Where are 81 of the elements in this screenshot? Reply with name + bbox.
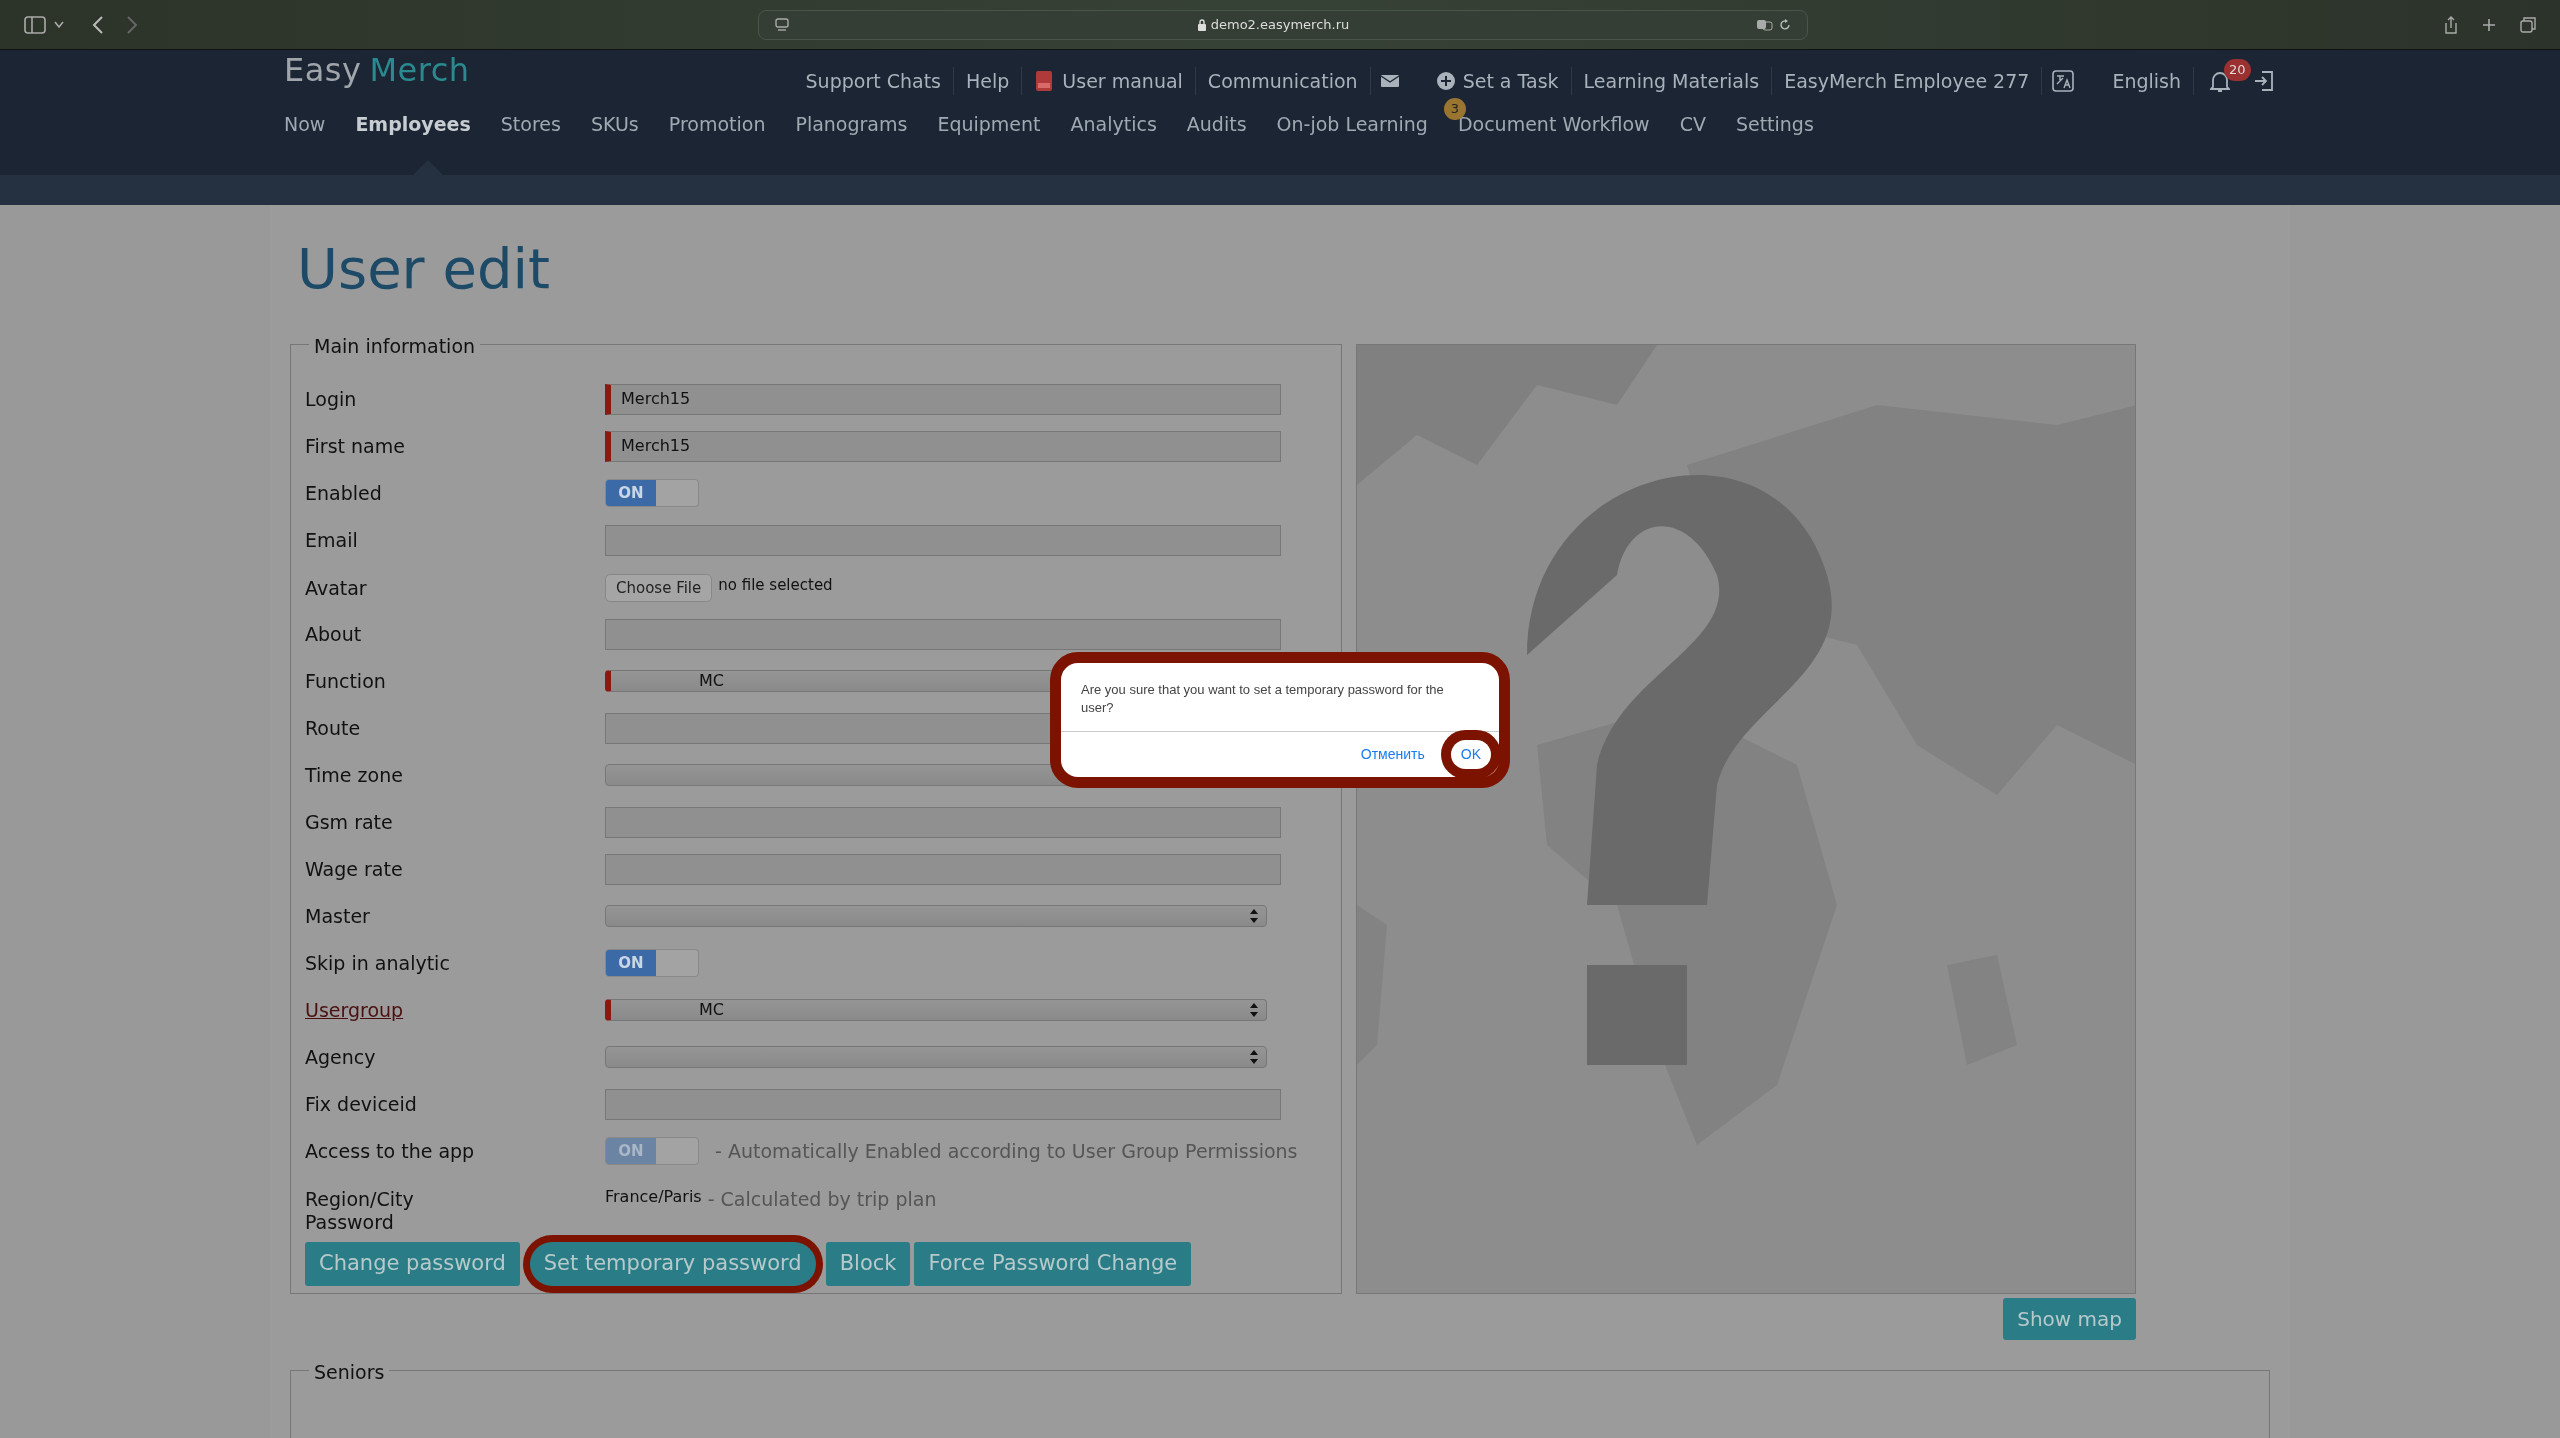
field-label: Master [305, 903, 371, 929]
menu-item[interactable]: Equipment [937, 110, 1041, 139]
field-label: Gsm rate [305, 809, 394, 835]
input-field[interactable] [605, 1088, 1281, 1120]
select-field[interactable] [605, 1046, 1267, 1069]
hint-text: - Calculated by trip plan [707, 1186, 937, 1212]
tab-icon[interactable] [775, 17, 789, 32]
field-label: Login [305, 386, 358, 412]
input-field[interactable] [605, 618, 1281, 650]
lock-icon [1196, 18, 1207, 31]
input-field[interactable]: Merch15 [605, 383, 1281, 415]
menu-item[interactable]: Planograms [795, 110, 908, 139]
select-field[interactable] [605, 905, 1267, 928]
field-label: Wage rate [305, 856, 404, 882]
page-title: User edit [297, 238, 551, 300]
field-label: About [305, 621, 363, 647]
choose-file-button[interactable]: Choose File [605, 573, 713, 603]
input-field[interactable] [605, 806, 1281, 838]
nav-link[interactable]: User manual [1022, 66, 1196, 96]
nav-link[interactable]: Learning Materials [1571, 66, 1773, 96]
share-icon[interactable] [2444, 15, 2458, 34]
logo[interactable]: Easy Merch [284, 46, 470, 94]
chevron-down-icon[interactable] [54, 21, 64, 29]
menu-item[interactable]: Now [284, 110, 326, 139]
hint-text: - Automatically Enabled according to User Group Permissions [715, 1138, 1298, 1164]
menu-item[interactable]: Audits [1186, 110, 1247, 139]
dropdown-arrows-icon [1250, 1003, 1258, 1018]
field-label: Skip in analytic [305, 950, 451, 976]
hint-text: no file selected [718, 574, 833, 596]
field-label: First name [305, 433, 406, 459]
field-label: Fix deviceid [305, 1091, 418, 1117]
field-label: Enabled [305, 480, 383, 506]
menu-item[interactable]: SKUs [590, 110, 639, 139]
reload-icon[interactable] [1779, 18, 1791, 31]
translate-icon[interactable] [1757, 18, 1773, 31]
input-field[interactable]: Merch15 [605, 430, 1281, 462]
field-label: Route [305, 715, 362, 741]
menu-item[interactable]: CV [1679, 110, 1706, 139]
back-icon[interactable] [92, 15, 104, 34]
nav-link[interactable]: Help [954, 66, 1023, 96]
field-label: Password [305, 1210, 394, 1233]
toggle-switch[interactable]: ON [605, 949, 699, 978]
field-label: Region/City [305, 1186, 415, 1212]
bell-icon[interactable] [2210, 70, 2230, 93]
field-label: Email [305, 527, 359, 553]
menu-item[interactable]: Settings [1735, 110, 1814, 139]
menu-item[interactable]: Employees [355, 110, 471, 139]
menu-item[interactable]: Stores [500, 110, 561, 139]
logout-icon[interactable] [2254, 71, 2274, 91]
select-field[interactable]: MC [605, 999, 1267, 1022]
toggle-switch: ON [605, 1137, 699, 1166]
nav-link[interactable]: Support Chats [793, 66, 954, 96]
input-field[interactable] [605, 853, 1281, 885]
url-text[interactable]: demo2.easymerch.ru [1210, 14, 1350, 35]
nav-link[interactable]: Communication [1195, 66, 1371, 96]
sidebar-icon[interactable] [24, 15, 46, 34]
dropdown-arrows-icon [1250, 1050, 1258, 1065]
nav-link[interactable]: Set a Task [1424, 66, 1572, 96]
nav-link[interactable]: EasyMerch Employee 277 [1772, 66, 2043, 96]
menu-item[interactable]: On-job Learning [1276, 110, 1428, 139]
mail-icon[interactable] [1380, 74, 1399, 88]
dropdown-arrows-icon [1250, 909, 1258, 924]
plus-icon[interactable] [2482, 17, 2496, 32]
plus-circle-icon [1436, 72, 1455, 90]
input-field[interactable] [605, 524, 1281, 556]
tabs-icon[interactable] [2520, 16, 2536, 33]
toggle-switch[interactable]: ON [605, 479, 699, 508]
field-label-link[interactable]: Usergroup [305, 995, 605, 1025]
field-label: Access to the app [305, 1138, 476, 1164]
nav-link[interactable]: English [2100, 66, 2194, 96]
field-value: France/Paris [605, 1185, 702, 1208]
field-label: Function [305, 668, 387, 694]
dialog-message: Are you sure that you want to set a temporary password for the user? [1061, 663, 1499, 733]
pdf-icon [1034, 71, 1055, 91]
menu-item[interactable]: Promotion [668, 110, 766, 139]
field-label: Avatar [305, 575, 368, 601]
field-label: Agency [305, 1044, 377, 1070]
menu-item[interactable]: Analytics [1070, 110, 1157, 139]
field-label: Time zone [305, 762, 404, 788]
translate-icon[interactable] [2052, 70, 2075, 92]
notification-count: 20 [2224, 59, 2251, 81]
